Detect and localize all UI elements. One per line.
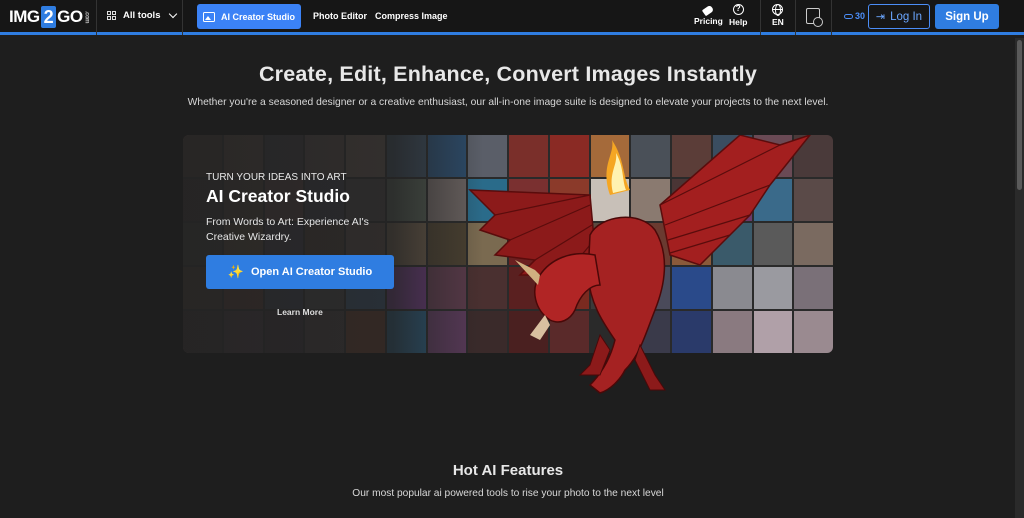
credits-counter[interactable]: 30: [844, 11, 865, 21]
pricing-label: Pricing: [694, 16, 723, 26]
question-icon: ?: [732, 4, 744, 15]
scrollbar-thumb[interactable]: [1017, 40, 1022, 190]
help-link[interactable]: ? Help: [729, 4, 747, 27]
divider: [96, 0, 97, 35]
page-subtitle: Whether you're a seasoned designer or a …: [187, 97, 829, 108]
pricing-link[interactable]: Pricing: [694, 4, 723, 26]
login-arrow-icon: ⇥: [875, 11, 886, 23]
divider: [831, 0, 832, 35]
image-icon: [202, 11, 215, 22]
logo-text-number: 2: [40, 6, 57, 28]
page-title: Create, Edit, Enhance, Convert Images In…: [258, 62, 758, 86]
language-label: EN: [772, 17, 784, 27]
top-navigation-bar: IMG 2 GO .com All tools AI Creator Studi…: [0, 0, 1024, 35]
banner-description: From Words to Art: Experience AI's Creat…: [206, 216, 369, 243]
logo-text-suffix: GO: [57, 7, 83, 26]
magic-wand-icon: ✨: [227, 264, 244, 279]
banner-title: AI Creator Studio: [206, 186, 350, 206]
nav-label: AI Creator Studio: [220, 11, 295, 22]
divider: [760, 0, 761, 35]
login-button[interactable]: ⇥ Log In: [868, 4, 930, 29]
all-tools-menu-button[interactable]: All tools: [107, 9, 178, 21]
learn-more-link[interactable]: Learn More: [277, 307, 323, 317]
language-selector[interactable]: EN: [772, 4, 784, 27]
logo-text-prefix: IMG: [9, 7, 40, 26]
open-ai-creator-studio-button[interactable]: ✨ Open AI Creator Studio: [206, 255, 394, 289]
all-tools-label: All tools: [123, 10, 161, 21]
cta-label: Open AI Creator Studio: [250, 266, 373, 278]
signup-button[interactable]: Sign Up: [935, 4, 999, 29]
tag-icon: [702, 4, 715, 17]
grid-icon: [107, 11, 116, 20]
history-clipboard-icon[interactable]: [806, 8, 823, 27]
section-subtitle: Our most popular ai powered tools to ris…: [352, 488, 664, 499]
img2go-logo[interactable]: IMG 2 GO .com: [9, 6, 90, 28]
banner-eyebrow: TURN YOUR IDEAS INTO ART: [206, 172, 347, 183]
globe-icon: [772, 4, 784, 16]
nav-photo-editor[interactable]: Photo Editor: [313, 11, 367, 21]
section-title: Hot AI Features: [452, 462, 564, 479]
nav-ai-creator-studio[interactable]: AI Creator Studio: [197, 4, 301, 29]
login-label: Log In: [890, 10, 923, 23]
divider: [182, 0, 183, 35]
red-dragon-illustration: [468, 135, 811, 394]
logo-text-tld: .com: [83, 10, 90, 23]
credits-count: 30: [855, 11, 866, 21]
help-label: Help: [729, 17, 748, 27]
nav-compress-image[interactable]: Compress Image: [375, 11, 448, 21]
chevron-down-icon: [169, 9, 178, 19]
credits-icon: [844, 13, 853, 19]
divider: [795, 0, 796, 35]
